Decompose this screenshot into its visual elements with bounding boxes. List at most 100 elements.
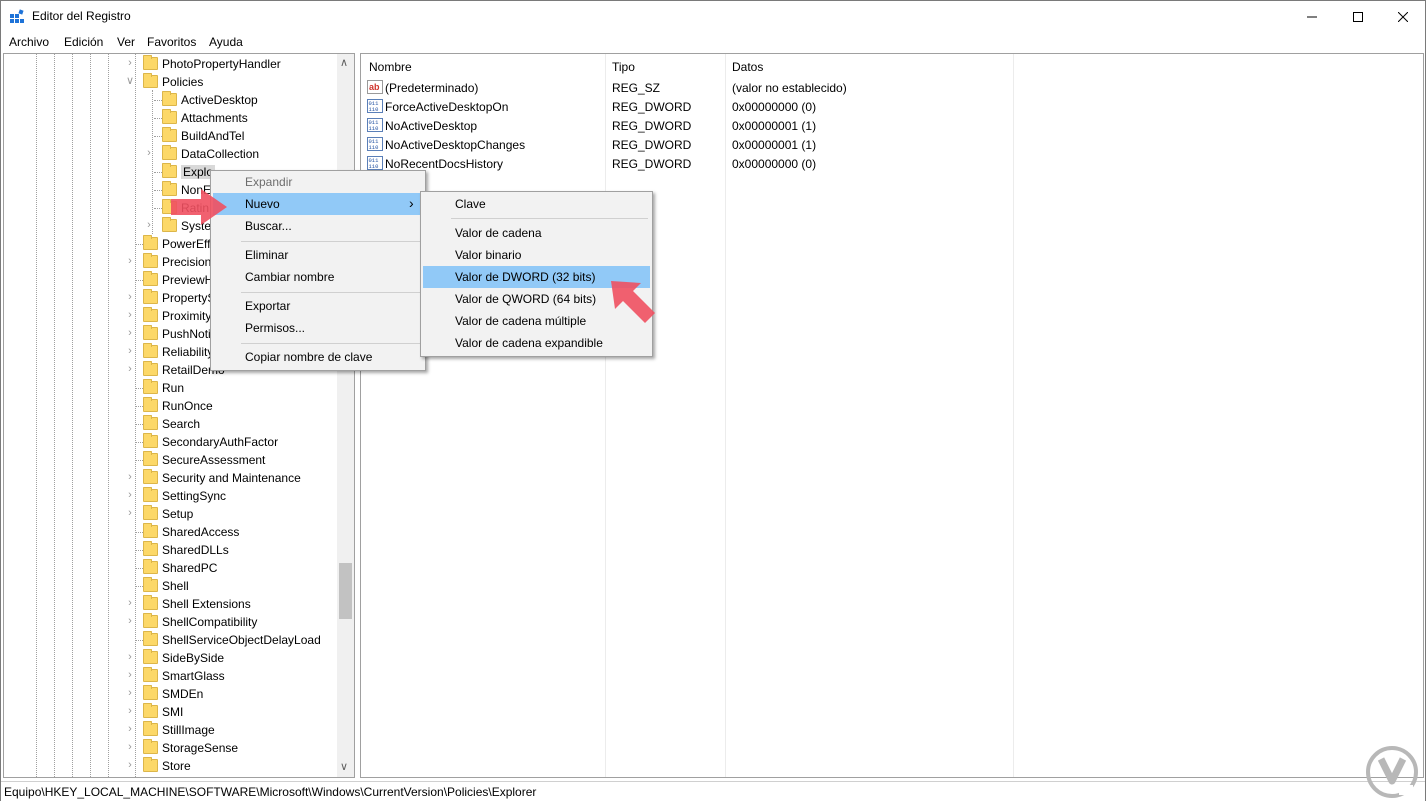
tree-item[interactable]: SharedAccess xyxy=(4,523,338,541)
menu-eliminar[interactable]: Eliminar xyxy=(213,244,423,266)
tree-item[interactable]: Attachments xyxy=(4,109,338,127)
registry-editor-window: Editor del Registro Archivo Edición Ver … xyxy=(0,0,1426,801)
chevron-right-icon[interactable]: › xyxy=(144,219,154,231)
minimize-button[interactable] xyxy=(1289,1,1335,32)
chevron-right-icon[interactable]: › xyxy=(125,489,135,501)
tree-item[interactable]: ActiveDesktop xyxy=(4,91,338,109)
folder-icon xyxy=(143,361,158,376)
folder-icon xyxy=(162,145,177,160)
menu-valor-binario[interactable]: Valor binario xyxy=(423,244,650,266)
tree-item[interactable]: › SettingSync xyxy=(4,487,338,505)
menu-clave[interactable]: Clave xyxy=(423,193,650,215)
value-data: 0x00000000 (0) xyxy=(732,157,817,171)
chevron-right-icon[interactable]: › xyxy=(125,741,135,753)
tree-item-label: Reliability xyxy=(162,345,214,359)
chevron-right-icon[interactable]: › xyxy=(125,309,135,321)
tree-item[interactable]: › PhotoPropertyHandler xyxy=(4,55,338,73)
tree-item[interactable]: SecureAssessment xyxy=(4,451,338,469)
chevron-right-icon[interactable]: › xyxy=(125,615,135,627)
tree-item[interactable]: SecondaryAuthFactor xyxy=(4,433,338,451)
tree-item[interactable]: ∨ Policies xyxy=(4,73,338,91)
tree-item[interactable]: › ShellCompatibility xyxy=(4,613,338,631)
chevron-right-icon[interactable]: › xyxy=(125,291,135,303)
tree-item[interactable]: Search xyxy=(4,415,338,433)
menu-buscar[interactable]: Buscar... xyxy=(213,215,423,237)
column-header-nombre[interactable]: Nombre xyxy=(369,60,412,74)
chevron-right-icon[interactable]: › xyxy=(144,147,154,159)
menu-nuevo[interactable]: Nuevo › xyxy=(213,193,423,215)
tree-item[interactable]: SharedDLLs xyxy=(4,541,338,559)
svg-text:110: 110 xyxy=(369,144,379,151)
chevron-down-icon[interactable]: ∨ xyxy=(125,75,135,87)
menu-permisos[interactable]: Permisos... xyxy=(213,317,423,339)
chevron-right-icon[interactable]: › xyxy=(125,723,135,735)
scrollbar-thumb[interactable] xyxy=(339,563,352,619)
menu-favoritos[interactable]: Favoritos xyxy=(147,35,196,49)
value-row[interactable]: 011 110 ForceActiveDesktopOn REG_DWORD 0x000… xyxy=(361,97,1061,116)
chevron-right-icon[interactable]: › xyxy=(125,255,135,267)
chevron-right-icon[interactable]: › xyxy=(125,471,135,483)
tree-item[interactable]: › Shell Extensions xyxy=(4,595,338,613)
tree-item[interactable]: Shell xyxy=(4,577,338,595)
value-row[interactable]: ab (Predeterminado) REG_SZ (valor no establ… xyxy=(361,78,1061,97)
scroll-down-arrow-icon[interactable]: ∨ xyxy=(340,760,348,773)
menu-archivo[interactable]: Archivo xyxy=(9,35,49,49)
value-row[interactable]: 011 110 NoActiveDesktop REG_DWORD 0x00000001… xyxy=(361,116,1061,135)
chevron-right-icon[interactable]: › xyxy=(125,669,135,681)
chevron-right-icon[interactable]: › xyxy=(125,57,135,69)
chevron-right-icon[interactable]: › xyxy=(125,345,135,357)
menu-ayuda[interactable]: Ayuda xyxy=(209,35,243,49)
menu-copiar-nombre-de-clave[interactable]: Copiar nombre de clave xyxy=(213,346,423,368)
tree-item[interactable]: › StillImage xyxy=(4,721,338,739)
tree-item[interactable]: › Security and Maintenance xyxy=(4,469,338,487)
tree-item[interactable]: › DataCollection xyxy=(4,145,338,163)
chevron-right-icon[interactable]: › xyxy=(125,597,135,609)
key-tree-pane[interactable]: › PhotoPropertyHandler ∨ Policies ActiveDesk… xyxy=(3,53,355,778)
tree-item[interactable]: › SmartGlass xyxy=(4,667,338,685)
value-row[interactable]: 011 110 NoRecentDocsHistory REG_DWORD 0x0000… xyxy=(361,154,1061,173)
menu-cambiar-nombre[interactable]: Cambiar nombre xyxy=(213,266,423,288)
tree-item[interactable]: RunOnce xyxy=(4,397,338,415)
chevron-right-icon[interactable]: › xyxy=(125,507,135,519)
tree-item-label: SharedAccess xyxy=(162,525,240,539)
values-list-pane[interactable]: Nombre Tipo Datos ab (Predeterminado) REG_… xyxy=(360,53,1424,778)
close-button[interactable] xyxy=(1380,1,1426,32)
maximize-button[interactable] xyxy=(1335,1,1381,32)
scroll-up-arrow-icon[interactable]: ∧ xyxy=(340,56,348,69)
tree-item[interactable]: SharedPC xyxy=(4,559,338,577)
folder-icon xyxy=(143,451,158,466)
tree-connector xyxy=(135,388,143,389)
tree-item[interactable]: ShellServiceObjectDelayLoad xyxy=(4,631,338,649)
column-header-datos[interactable]: Datos xyxy=(732,60,763,74)
string-value-icon: ab xyxy=(367,80,383,94)
tree-item[interactable]: BuildAndTel xyxy=(4,127,338,145)
tree-item[interactable]: Run xyxy=(4,379,338,397)
menu-valor-de-cadena[interactable]: Valor de cadena xyxy=(423,222,650,244)
menu-ver[interactable]: Ver xyxy=(117,35,135,49)
menu-expandir[interactable]: Expandir xyxy=(213,171,423,193)
tree-item-label: BuildAndTel xyxy=(181,129,245,143)
value-row[interactable]: 011 110 NoActiveDesktopChanges REG_DWORD 0x0… xyxy=(361,135,1061,154)
context-menu: Expandir Nuevo › Buscar... Eliminar Camb… xyxy=(210,170,426,371)
tree-item[interactable]: › SMDEn xyxy=(4,685,338,703)
column-header-tipo[interactable]: Tipo xyxy=(612,60,635,74)
chevron-right-icon[interactable]: › xyxy=(125,363,135,375)
tree-item[interactable]: › Setup xyxy=(4,505,338,523)
chevron-right-icon[interactable]: › xyxy=(125,327,135,339)
menu-edicion[interactable]: Edición xyxy=(64,35,103,49)
chevron-right-icon[interactable]: › xyxy=(125,687,135,699)
folder-icon xyxy=(143,253,158,268)
chevron-right-icon[interactable]: › xyxy=(125,651,135,663)
tree-item[interactable]: › Store xyxy=(4,757,338,775)
value-type: REG_DWORD xyxy=(612,138,692,152)
tree-item[interactable]: › SideBySide xyxy=(4,649,338,667)
svg-text:ab: ab xyxy=(369,82,380,92)
chevron-right-icon[interactable]: › xyxy=(125,705,135,717)
tree-vertical-scrollbar[interactable]: ∧ ∨ xyxy=(337,54,354,777)
menu-exportar[interactable]: Exportar xyxy=(213,295,423,317)
chevron-right-icon[interactable]: › xyxy=(125,759,135,771)
menu-valor-cadena-expandible[interactable]: Valor de cadena expandible xyxy=(423,332,650,354)
tree-item[interactable]: › SMI xyxy=(4,703,338,721)
tree-item[interactable]: › StorageSense xyxy=(4,739,338,757)
tree-item-label: SecureAssessment xyxy=(162,453,266,467)
